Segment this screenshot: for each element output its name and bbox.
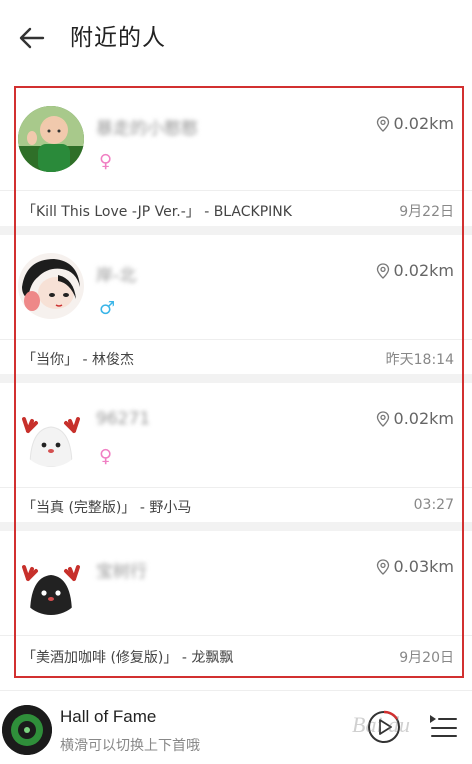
song-date: 9月22日	[399, 204, 454, 220]
location-pin-icon	[376, 410, 389, 427]
location-pin-icon	[376, 115, 389, 132]
song-date: 9月20日	[399, 650, 454, 666]
user-name: 宝树行	[96, 562, 147, 582]
song-info: 「当真 (完整版)」 - 野小马	[22, 500, 192, 516]
avatar[interactable]	[18, 106, 84, 172]
distance: 0.03km	[376, 557, 454, 576]
page-title: 附近的人	[70, 25, 166, 51]
song-date: 03:27	[413, 497, 454, 513]
distance: 0.02km	[376, 114, 454, 133]
divider	[0, 487, 472, 488]
divider	[0, 635, 472, 636]
nearby-user-list: 暴走的小憨憨 0.02km ♀ 「Kill This Love -JP Ver.…	[0, 88, 472, 678]
mini-player[interactable]: Hall of Fame 横滑可以切换上下首哦	[0, 690, 472, 764]
card-separator	[0, 522, 472, 531]
location-pin-icon	[376, 558, 389, 575]
divider	[0, 190, 472, 191]
album-cover[interactable]	[2, 705, 52, 755]
playlist-icon[interactable]	[428, 711, 458, 741]
avatar[interactable]	[18, 253, 84, 319]
card-separator	[0, 226, 472, 235]
avatar-child-image	[18, 106, 84, 172]
distance-value: 0.03km	[393, 557, 454, 576]
female-gender-icon: ♀	[99, 446, 113, 467]
avatar-default-black-icon	[18, 549, 84, 615]
avatar[interactable]	[18, 401, 84, 467]
card-separator	[0, 374, 472, 383]
back-arrow-icon[interactable]	[16, 22, 48, 54]
song-date: 昨天18:14	[385, 352, 454, 368]
song-info: 「美酒加咖啡 (修复版)」 - 龙飘飘	[22, 650, 234, 666]
distance-value: 0.02km	[393, 409, 454, 428]
list-item[interactable]: 暴走的小憨憨 0.02km ♀ 「Kill This Love -JP Ver.…	[0, 88, 472, 228]
female-gender-icon: ♀	[99, 151, 113, 172]
list-item[interactable]: 宝树行 0.03km 「美酒加咖啡 (修复版)」 - 龙飘飘 9月20日	[0, 531, 472, 678]
male-gender-icon: ♂	[99, 298, 116, 319]
now-playing-hint: 横滑可以切换上下首哦	[60, 738, 200, 754]
divider	[0, 339, 472, 340]
distance: 0.02km	[376, 261, 454, 280]
now-playing-title: Hall of Fame	[60, 707, 157, 726]
play-icon[interactable]	[366, 709, 402, 745]
album-art-image	[2, 705, 52, 755]
avatar-cartoon-girl-image	[18, 253, 84, 319]
user-name: 暴走的小憨憨	[96, 119, 198, 139]
header: 附近的人	[0, 0, 472, 78]
song-info: 「当你」 - 林俊杰	[22, 352, 134, 368]
distance-value: 0.02km	[393, 114, 454, 133]
list-item[interactable]: 岸-北 0.02km ♂ 「当你」 - 林俊杰 昨天18:14	[0, 235, 472, 375]
avatar[interactable]	[18, 549, 84, 615]
song-info: 「Kill This Love -JP Ver.-」 - BLACKPINK	[22, 204, 292, 220]
list-item[interactable]: 96271 0.02km ♀ 「当真 (完整版)」 - 野小马 03:27	[0, 383, 472, 523]
user-name: 96271	[96, 409, 151, 429]
user-name: 岸-北	[96, 266, 137, 286]
avatar-default-white-icon	[18, 401, 84, 467]
distance: 0.02km	[376, 409, 454, 428]
distance-value: 0.02km	[393, 261, 454, 280]
location-pin-icon	[376, 262, 389, 279]
